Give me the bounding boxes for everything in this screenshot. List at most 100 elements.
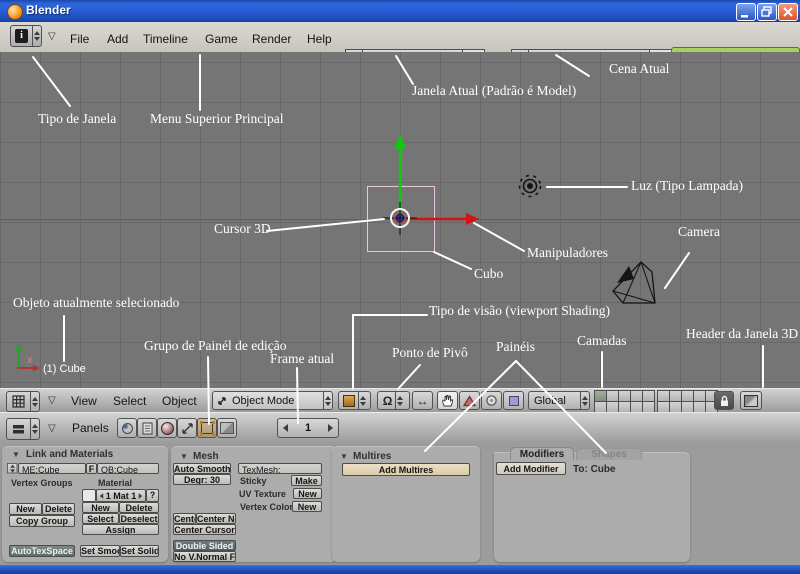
menu-select[interactable]: Select: [113, 394, 146, 408]
menu-render[interactable]: Render: [252, 32, 291, 46]
editing-context-button[interactable]: [197, 418, 217, 438]
frame-stepper[interactable]: 1: [277, 418, 339, 438]
material-prev-icon[interactable]: [100, 493, 104, 499]
menu-timeline[interactable]: Timeline: [143, 32, 188, 46]
vgroup-delete-button[interactable]: Delete: [42, 503, 75, 515]
mode-dropdown-stepper[interactable]: [323, 392, 332, 409]
frame-next-icon[interactable]: [328, 424, 333, 432]
material-index-stepper[interactable]: 1 Mat 1: [96, 489, 146, 502]
add-modifier-button[interactable]: Add Modifier: [496, 462, 566, 475]
menu-file[interactable]: File: [70, 32, 89, 46]
material-select-button[interactable]: Select: [82, 513, 119, 524]
layer-7[interactable]: [670, 391, 681, 401]
material-help-button[interactable]: ?: [146, 489, 159, 502]
vgroup-new-button[interactable]: New: [9, 503, 42, 515]
degr-slider[interactable]: Degr: 30: [173, 474, 231, 485]
panel-collapse-icon[interactable]: ▼: [340, 452, 348, 461]
restore-button[interactable]: [757, 3, 777, 21]
layer-17[interactable]: [670, 402, 681, 412]
lock-layers-button[interactable]: [714, 391, 734, 410]
draw-type-stepper[interactable]: [358, 392, 367, 409]
auto-smooth-toggle[interactable]: Auto Smooth: [173, 463, 231, 474]
layer-3[interactable]: [619, 391, 630, 401]
3d-viewport[interactable]: x (1) Cube: [0, 52, 800, 388]
uv-texture-new-button[interactable]: New: [293, 488, 322, 499]
add-multires-button[interactable]: Add Multires: [342, 463, 470, 476]
copy-group-button[interactable]: Copy Group: [9, 515, 75, 527]
menu-view[interactable]: View: [71, 394, 97, 408]
object-name-field[interactable]: OB:Cube: [97, 463, 159, 474]
layer-18[interactable]: [682, 402, 693, 412]
layer-2[interactable]: [607, 391, 618, 401]
manipulator-rotate-button[interactable]: [481, 391, 502, 410]
menu-add[interactable]: Add: [107, 32, 128, 46]
autotexspace-toggle[interactable]: AutoTexSpace: [9, 545, 75, 557]
minimize-button[interactable]: [736, 3, 756, 21]
layer-6[interactable]: [658, 391, 669, 401]
centre-button[interactable]: Cente: [173, 513, 196, 524]
orientation-dropdown[interactable]: Global: [528, 391, 590, 410]
layer-11[interactable]: [595, 402, 606, 412]
shading-context-button[interactable]: [117, 418, 137, 438]
vertex-color-new-button[interactable]: New: [292, 501, 322, 512]
buttons-window-type-button[interactable]: [6, 418, 40, 440]
layer-8[interactable]: [682, 391, 693, 401]
orientation-stepper[interactable]: [580, 392, 589, 409]
material-deselect-button[interactable]: Deselect: [119, 513, 159, 524]
layer-15[interactable]: [643, 402, 654, 412]
tab-modifiers[interactable]: Modifiers: [510, 447, 574, 460]
window-type-button[interactable]: i: [10, 25, 42, 47]
layer-19[interactable]: [694, 402, 705, 412]
material-color-swatch[interactable]: [82, 489, 96, 502]
3d-header-collapse-icon[interactable]: ▽: [48, 395, 56, 406]
camera-object[interactable]: [613, 262, 655, 303]
draw-type-dropdown[interactable]: [338, 391, 371, 410]
manipulator-translate-button[interactable]: [459, 391, 480, 410]
texmesh-field[interactable]: TexMesh:: [238, 463, 322, 474]
pivot-stepper[interactable]: [395, 392, 404, 409]
mode-dropdown[interactable]: Object Mode: [212, 391, 333, 410]
double-sided-toggle[interactable]: Double Sided: [173, 540, 236, 551]
layer-9[interactable]: [694, 391, 705, 401]
object-context-button[interactable]: [177, 418, 197, 438]
set-solid-button[interactable]: Set Solid: [120, 545, 159, 557]
manipulator-hand-button[interactable]: [437, 391, 458, 410]
no-vnormal-flip-toggle[interactable]: No V.Normal Fli: [173, 551, 236, 562]
material-delete-button[interactable]: Delete: [119, 502, 159, 513]
panel-title[interactable]: Multires: [353, 451, 391, 462]
panel-collapse-icon[interactable]: ▼: [12, 450, 20, 459]
layer-buttons-group-1[interactable]: [594, 390, 655, 413]
material-new-button[interactable]: New: [82, 502, 119, 513]
3d-window-type-stepper[interactable]: [30, 392, 39, 411]
buttons-header-collapse-icon[interactable]: ▽: [48, 423, 56, 434]
material-next-icon[interactable]: [139, 493, 143, 499]
menu-help[interactable]: Help: [307, 32, 332, 46]
layer-16[interactable]: [658, 402, 669, 412]
material-assign-button[interactable]: Assign: [82, 524, 159, 535]
3d-window-type-button[interactable]: [6, 391, 40, 412]
render-buffer-button[interactable]: [740, 391, 762, 410]
width-toggle-button[interactable]: ↔: [412, 391, 433, 410]
layer-5[interactable]: [643, 391, 654, 401]
sticky-make-button[interactable]: Make: [291, 475, 322, 486]
close-button[interactable]: [778, 3, 798, 21]
layer-buttons-group-2[interactable]: [657, 390, 718, 413]
set-smooth-button[interactable]: Set Smoo: [80, 545, 120, 557]
tab-shapes[interactable]: Shapes: [576, 448, 642, 460]
radiosity-context-button[interactable]: [217, 418, 237, 438]
3d-cursor[interactable]: [383, 202, 417, 235]
pivot-dropdown[interactable]: Ω: [377, 391, 410, 410]
layer-12[interactable]: [607, 402, 618, 412]
menu-object[interactable]: Object: [162, 394, 197, 408]
menu-game[interactable]: Game: [205, 32, 238, 46]
menu-collapse-icon[interactable]: ▽: [48, 31, 56, 42]
panel-title[interactable]: Link and Materials: [26, 449, 113, 460]
panels-menu[interactable]: Panels: [72, 421, 109, 435]
layer-13[interactable]: [619, 402, 630, 412]
scene-context-button[interactable]: [137, 418, 157, 438]
layer-1[interactable]: [595, 391, 606, 401]
material-context-button[interactable]: [157, 418, 177, 438]
lamp-object[interactable]: [520, 176, 541, 197]
panel-collapse-icon[interactable]: ▼: [180, 452, 188, 461]
layer-4[interactable]: [631, 391, 642, 401]
